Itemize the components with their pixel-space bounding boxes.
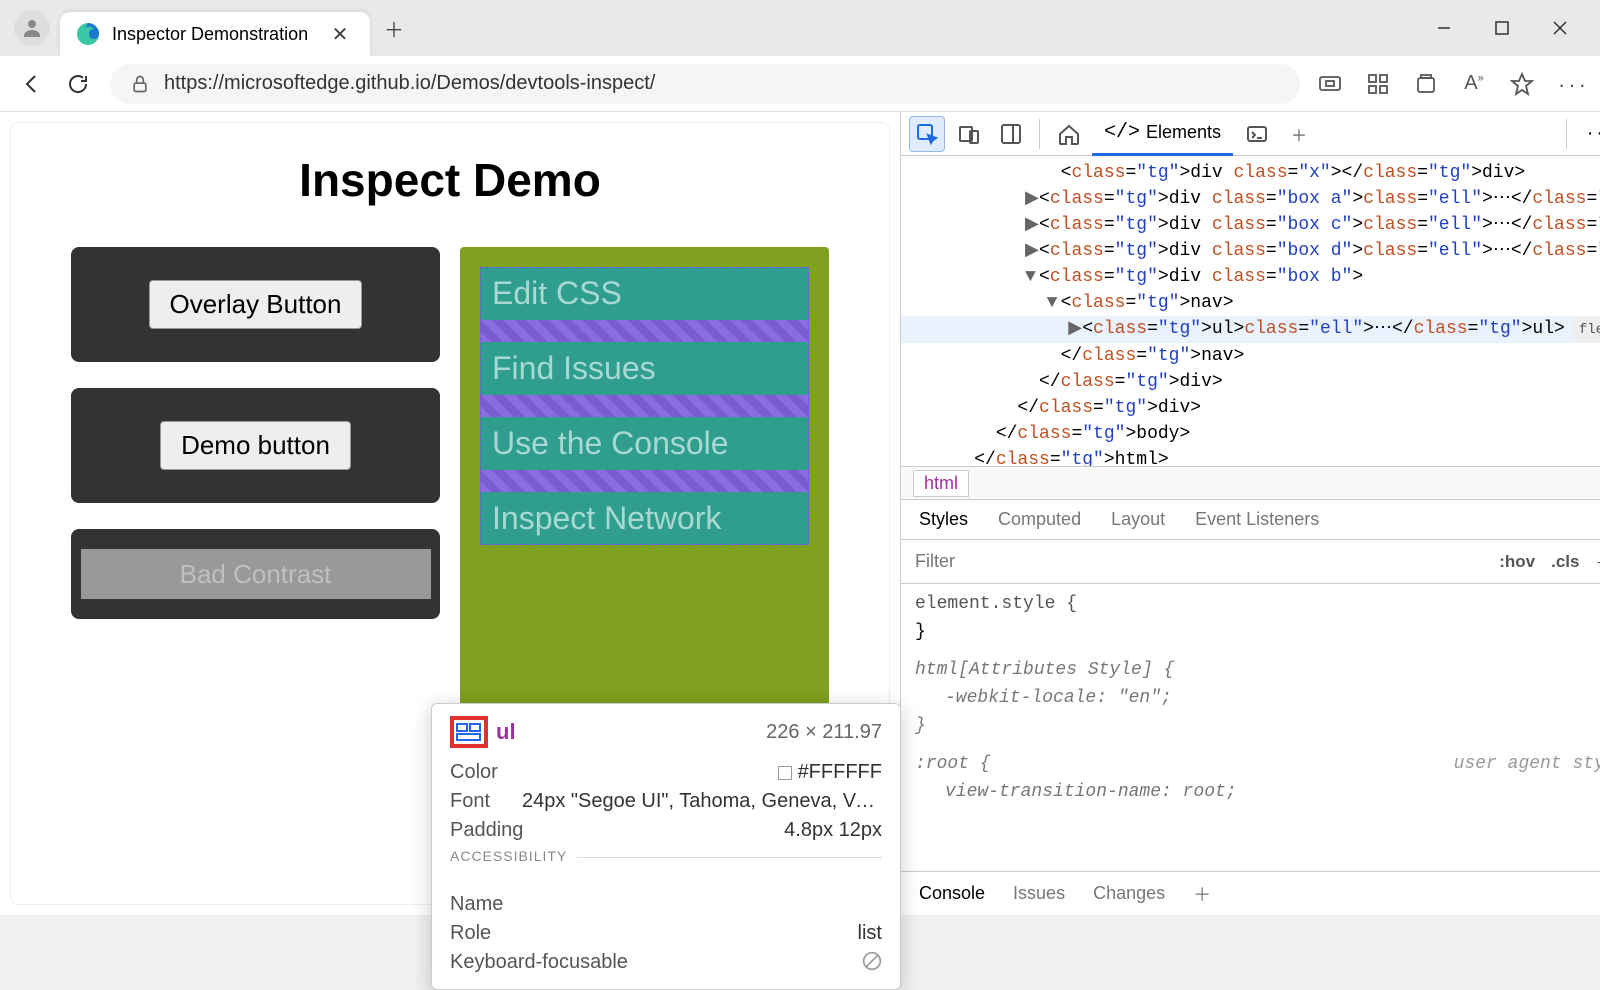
- demo-box: Demo button: [71, 388, 440, 503]
- tab-title: Inspector Demonstration: [112, 24, 308, 45]
- overlay-box: Overlay Button: [71, 247, 440, 362]
- more-tabs-button[interactable]: ＋: [1281, 116, 1317, 152]
- minimize-button[interactable]: [1434, 18, 1454, 38]
- more-tools-icon[interactable]: ···: [1587, 122, 1600, 145]
- tab-event-listeners[interactable]: Event Listeners: [1195, 509, 1319, 530]
- drawer-issues[interactable]: Issues: [1013, 883, 1065, 904]
- rule-close: }: [915, 618, 1600, 646]
- tt-value: #FFFFFF: [798, 761, 882, 783]
- read-aloud-icon[interactable]: A»: [1462, 72, 1486, 96]
- devtools-panel: </> Elements ＋ ··· ✕ <class="tg">div cla…: [900, 112, 1600, 915]
- collections-icon[interactable]: [1414, 72, 1438, 96]
- lock-icon: [130, 74, 150, 94]
- tt-value: 24px "Segoe UI", Tahoma, Geneva, Verda…: [522, 790, 882, 813]
- url-text: https://microsoftedge.github.io/Demos/de…: [164, 72, 655, 95]
- close-tab-button[interactable]: ✕: [326, 20, 354, 48]
- maximize-button[interactable]: [1492, 18, 1512, 38]
- flex-badge: [450, 716, 488, 748]
- tt-section: ACCESSIBILITY: [450, 848, 577, 864]
- hov-toggle[interactable]: :hov: [1499, 552, 1535, 572]
- close-window-button[interactable]: [1550, 18, 1570, 38]
- rule-selector: html[Attributes Style] {: [915, 656, 1600, 684]
- nav-list[interactable]: Edit CSS Find Issues Use the Console Ins…: [480, 267, 809, 545]
- inspect-tooltip: ul 226 × 211.97 Color #FFFFFF Font 24px "S…: [431, 703, 901, 990]
- tab-strip: Inspector Demonstration ✕ ＋: [0, 0, 1600, 56]
- tab-label: Elements: [1146, 122, 1221, 143]
- reload-button[interactable]: [64, 70, 92, 98]
- styles-rules[interactable]: element.style { } html[Attributes Style]…: [901, 584, 1600, 871]
- nav-box: Edit CSS Find Issues Use the Console Ins…: [460, 247, 829, 727]
- more-icon[interactable]: ···: [1558, 72, 1582, 96]
- tab-computed[interactable]: Computed: [998, 509, 1081, 530]
- inspect-element-button[interactable]: [909, 116, 945, 152]
- apps-icon[interactable]: [1366, 72, 1390, 96]
- dom-tree[interactable]: <class="tg">div class="x"></class="tg">d…: [901, 156, 1600, 466]
- list-gap: [480, 320, 809, 342]
- tt-label: Font: [450, 790, 490, 813]
- dock-button[interactable]: [993, 116, 1029, 152]
- url-bar: https://microsoftedge.github.io/Demos/de…: [0, 56, 1600, 112]
- rule-prop: view-transition-name: root;: [915, 778, 1600, 806]
- tab-layout[interactable]: Layout: [1111, 509, 1165, 530]
- drawer-console[interactable]: Console: [919, 883, 985, 904]
- tt-label: Name: [450, 893, 503, 916]
- new-style-rule-button[interactable]: ＋: [1595, 549, 1600, 574]
- code-icon: </>: [1104, 121, 1140, 144]
- tt-value: 4.8px 12px: [784, 819, 882, 842]
- tooltip-element: ul: [496, 719, 516, 745]
- breadcrumb-bar[interactable]: html: [901, 466, 1600, 500]
- nav-item[interactable]: Edit CSS: [480, 267, 809, 320]
- profile-avatar[interactable]: [14, 10, 50, 46]
- drawer-add[interactable]: ＋: [1193, 881, 1211, 907]
- bad-contrast-box: Bad Contrast: [71, 529, 440, 619]
- nav-item[interactable]: Inspect Network: [480, 492, 809, 545]
- device-toolbar-button[interactable]: [951, 116, 987, 152]
- nav-item[interactable]: Use the Console: [480, 417, 809, 470]
- tooltip-dimensions: 226 × 211.97: [766, 721, 882, 744]
- styles-filter-input[interactable]: [901, 540, 1485, 583]
- rule-close: }: [915, 712, 1600, 740]
- drawer-changes[interactable]: Changes: [1093, 883, 1165, 904]
- browser-tab[interactable]: Inspector Demonstration ✕: [60, 12, 370, 56]
- favorite-icon[interactable]: [1510, 72, 1534, 96]
- tt-value: list: [858, 922, 882, 945]
- page-viewport: Inspect Demo Overlay Button Demo button …: [0, 112, 900, 915]
- back-button[interactable]: [18, 70, 46, 98]
- screencast-icon[interactable]: [1318, 72, 1342, 96]
- styles-tabs: Styles Computed Layout Event Listeners: [901, 500, 1600, 540]
- rule-prop: -webkit-locale: "en";: [915, 684, 1600, 712]
- tt-label: Color: [450, 761, 498, 784]
- bad-contrast-button[interactable]: Bad Contrast: [81, 549, 431, 599]
- nav-item[interactable]: Find Issues: [480, 342, 809, 395]
- tt-label: Role: [450, 922, 491, 945]
- edge-icon: [76, 22, 100, 46]
- console-tab-button[interactable]: [1239, 116, 1275, 152]
- welcome-tab[interactable]: [1050, 116, 1086, 152]
- address-field[interactable]: https://microsoftedge.github.io/Demos/de…: [110, 64, 1300, 104]
- rule-selector: element.style {: [915, 590, 1600, 618]
- demo-button[interactable]: Demo button: [160, 421, 351, 470]
- new-tab-button[interactable]: ＋: [380, 14, 408, 42]
- drawer-tabs: Console Issues Changes ＋: [901, 871, 1600, 915]
- tt-label: Padding: [450, 819, 523, 842]
- overlay-button[interactable]: Overlay Button: [149, 280, 363, 329]
- page-title: Inspect Demo: [71, 153, 829, 207]
- tab-styles[interactable]: Styles: [919, 509, 968, 530]
- list-gap: [480, 470, 809, 492]
- list-gap: [480, 395, 809, 417]
- rule-hint: user agent stylesheet: [1454, 750, 1600, 778]
- tt-label: Keyboard-focusable: [450, 951, 628, 974]
- elements-tab[interactable]: </> Elements: [1092, 112, 1233, 156]
- crumb[interactable]: html: [913, 470, 969, 497]
- cls-toggle[interactable]: .cls: [1551, 552, 1579, 572]
- not-focusable-icon: [862, 951, 882, 974]
